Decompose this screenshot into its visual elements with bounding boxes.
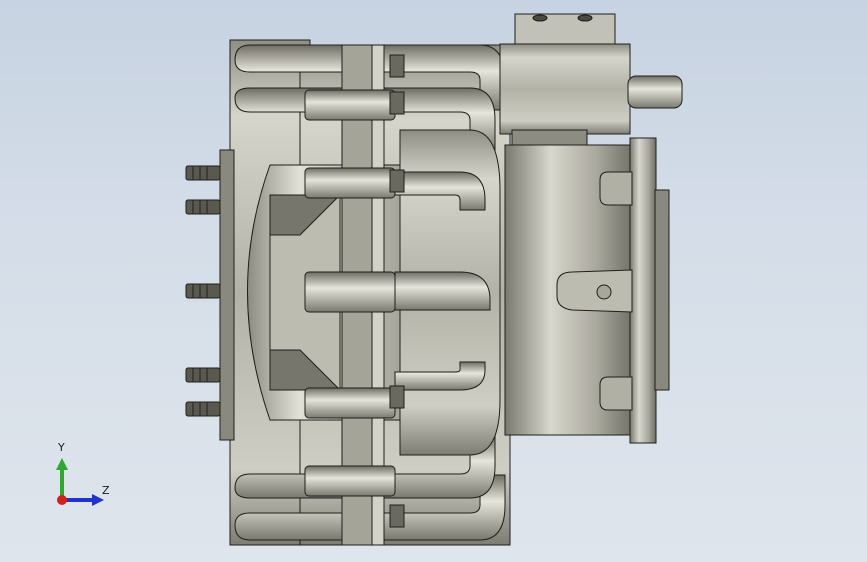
motor-assembly-icon[interactable]	[0, 0, 867, 562]
z-axis-label: Z	[102, 484, 110, 497]
graphics-viewport[interactable]: Y Z	[0, 0, 867, 562]
y-axis-label: Y	[58, 441, 65, 454]
coordinate-triad-icon	[56, 458, 104, 506]
